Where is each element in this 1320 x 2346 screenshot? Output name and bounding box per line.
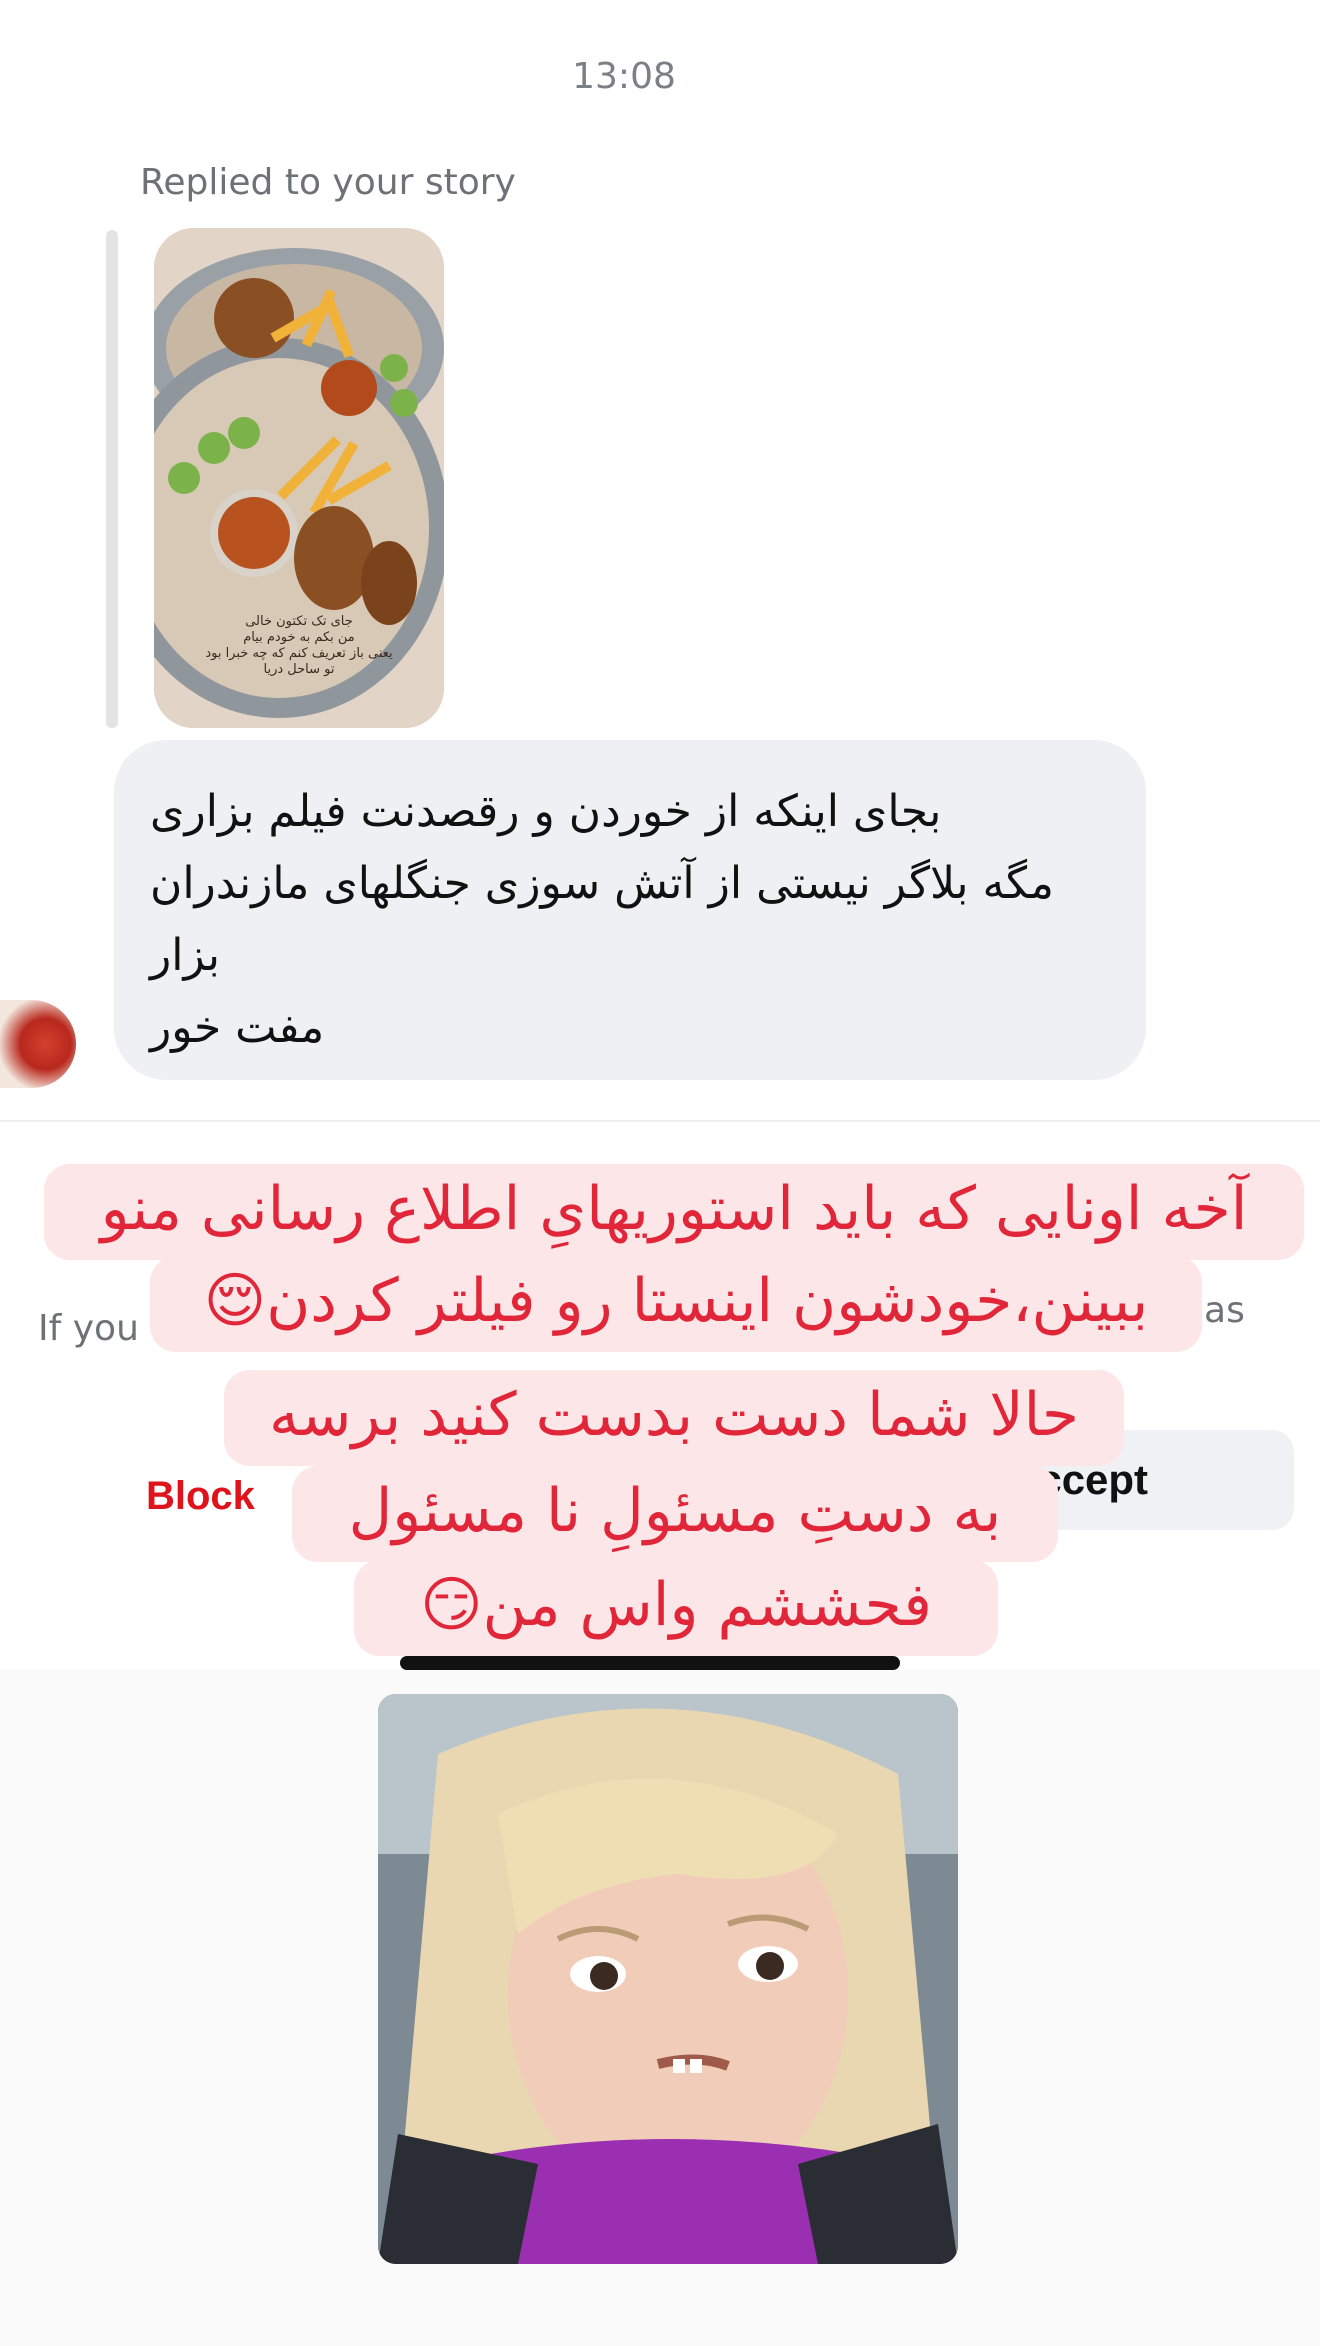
overlay-text-line-3: حالا شما دست بدست کنید برسه bbox=[224, 1370, 1124, 1466]
overlay-text-line-2: ببینن،خودشون اینستا رو فیلتر کردن😌 bbox=[150, 1256, 1202, 1352]
message-text: بجای اینکه از خوردن و رقصدنت فیلم بزاری … bbox=[150, 786, 1054, 1053]
replied-to-story-label: Replied to your story bbox=[140, 162, 516, 203]
overlay-text-line-4: به دستِ مسئولِ نا مسئول bbox=[292, 1466, 1058, 1562]
reply-indicator-bar bbox=[106, 230, 118, 728]
message-bubble[interactable]: بجای اینکه از خوردن و رقصدنت فیلم بزاری … bbox=[114, 740, 1146, 1080]
request-info-text-left: If you bbox=[38, 1308, 139, 1349]
sender-avatar[interactable] bbox=[0, 1000, 76, 1088]
overlay-underline bbox=[400, 1656, 900, 1670]
overlay-text-line-1: آخه اونایی که باید استوریهایِ اطلاع رسان… bbox=[44, 1164, 1304, 1260]
overlay-text-line-5: فحششم واس من😏 bbox=[354, 1560, 998, 1656]
story-caption: جای تک تکتون خالی من بکم به خودم بیام یع… bbox=[205, 614, 393, 677]
section-divider bbox=[0, 1120, 1320, 1122]
reaction-meme-image[interactable] bbox=[378, 1694, 958, 2264]
story-thumbnail[interactable]: جای تک تکتون خالی من بکم به خودم بیام یع… bbox=[154, 228, 444, 728]
block-button[interactable]: Block bbox=[146, 1474, 255, 1519]
confused-girl-image bbox=[378, 1694, 958, 2264]
message-timestamp: 13:08 bbox=[572, 56, 676, 97]
